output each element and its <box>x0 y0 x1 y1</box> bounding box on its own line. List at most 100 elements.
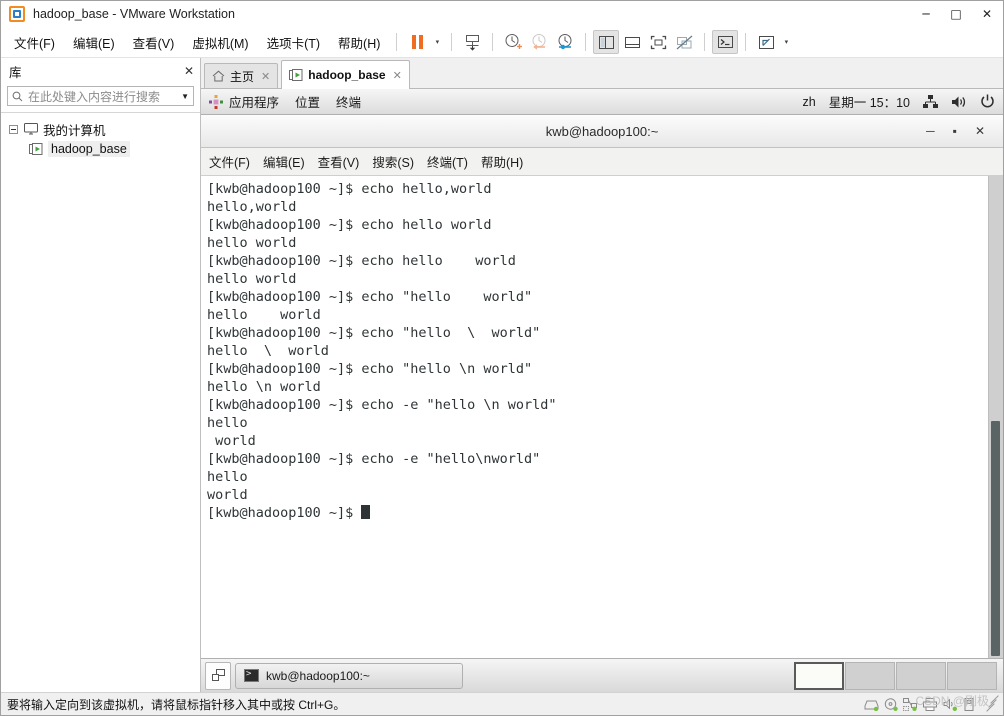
terminal-menu-view[interactable]: 查看(V) <box>318 152 360 171</box>
pause-button[interactable] <box>404 30 430 54</box>
menu-file[interactable]: 文件(F) <box>5 29 64 56</box>
take-snapshot-icon <box>505 34 523 49</box>
usb-icon[interactable] <box>963 697 976 711</box>
library-search-wrap: 在此处键入内容进行搜索 ▼ <box>1 84 200 112</box>
menu-view[interactable]: 查看(V) <box>124 29 184 56</box>
terminal-prompt-line: [kwb@hadoop100 ~]$ <box>203 504 988 522</box>
terminal-scrollbar-thumb[interactable] <box>991 421 1000 656</box>
terminal-menu-help[interactable]: 帮助(H) <box>481 152 523 171</box>
keyboard-layout-indicator[interactable]: zh <box>803 95 816 109</box>
search-icon <box>12 91 23 101</box>
workspace-switcher <box>794 661 999 690</box>
taskbar-item-label: kwb@hadoop100:~ <box>266 668 370 683</box>
terminal-screen[interactable]: [kwb@hadoop100 ~]$ echo hello,world hello… <box>201 176 988 658</box>
tab-close-icon[interactable]: ✕ <box>393 69 402 82</box>
network-adapter-icon[interactable] <box>903 697 918 711</box>
terminal-line: world <box>207 487 248 503</box>
workspace-2[interactable] <box>845 661 895 690</box>
monitor-icon <box>24 123 38 135</box>
guest-menu-applications[interactable]: 应用程序 <box>229 92 279 111</box>
guest-desktop: kwb@hadoop100:~ ─ ▪ ✕ 文件(F) 编辑(E) 查看(V) … <box>201 115 1003 692</box>
console-view-icon <box>717 36 733 48</box>
terminal-line: [kwb@hadoop100 ~]$ echo -e "hello\nworld… <box>207 451 541 467</box>
taskbar-item-terminal[interactable]: kwb@hadoop100:~ <box>235 662 463 689</box>
toolbar-separator <box>745 33 747 51</box>
terminal-minimize-button[interactable]: ─ <box>926 125 935 137</box>
terminal-menu-search[interactable]: 搜索(S) <box>372 152 414 171</box>
power-dropdown-caret[interactable]: ▾ <box>430 30 444 54</box>
tab-hadoop-base[interactable]: hadoop_base ✕ <box>281 60 410 89</box>
clock[interactable]: 星期一 15：10 <box>829 92 910 111</box>
terminal-line: hello \n world <box>207 379 321 395</box>
menu-edit[interactable]: 编辑(E) <box>64 29 124 56</box>
network-icon[interactable] <box>923 94 938 109</box>
power-icon[interactable] <box>980 94 995 109</box>
menu-vm[interactable]: 虚拟机(M) <box>183 29 257 56</box>
menu-bar: 文件(F) 编辑(E) 查看(V) 虚拟机(M) 选项卡(T) 帮助(H) ▾ <box>1 27 1003 58</box>
workspace-4[interactable] <box>947 661 997 690</box>
library-sidebar: 库 ✕ 在此处键入内容进行搜索 ▼ 我的计算机 hadoop_base <box>1 58 201 692</box>
tab-close-icon[interactable]: ✕ <box>261 70 270 83</box>
workspace-1[interactable] <box>794 661 844 690</box>
take-snapshot-button[interactable] <box>500 30 526 54</box>
terminal-close-button[interactable]: ✕ <box>975 125 985 137</box>
resize-grip[interactable] <box>985 695 999 712</box>
hard-disk-icon[interactable] <box>864 698 879 711</box>
vmware-workstation-window: hadoop_base - VMware Workstation ─ □ ✕ 文… <box>0 0 1004 716</box>
library-tree: 我的计算机 hadoop_base <box>1 112 200 692</box>
sound-card-icon[interactable] <box>943 698 958 711</box>
library-close-button[interactable]: ✕ <box>184 64 194 78</box>
workspace-3[interactable] <box>896 661 946 690</box>
unity-mode-button[interactable] <box>671 30 697 54</box>
printer-icon[interactable] <box>923 697 938 711</box>
tree-item-my-computer[interactable]: 我的计算机 <box>1 119 200 139</box>
stretch-guest-button[interactable] <box>753 30 779 54</box>
tab-home[interactable]: 主页 ✕ <box>204 63 279 88</box>
search-dropdown-icon[interactable]: ▼ <box>181 92 189 101</box>
guest-menu-places[interactable]: 位置 <box>295 92 320 111</box>
close-button[interactable]: ✕ <box>971 1 1003 27</box>
toolbar-separator <box>704 33 706 51</box>
terminal-maximize-button[interactable]: ▪ <box>953 125 957 137</box>
status-message: 要将输入定向到该虚拟机，请将鼠标指针移入其中或按 Ctrl+G。 <box>7 697 346 712</box>
expander-icon[interactable] <box>9 124 18 134</box>
volume-icon[interactable] <box>951 95 967 109</box>
minimize-button[interactable]: ─ <box>911 1 941 27</box>
maximize-button[interactable]: □ <box>941 1 971 27</box>
tab-label: 主页 <box>230 69 255 84</box>
main-body: 库 ✕ 在此处键入内容进行搜索 ▼ 我的计算机 hadoop_base 主页 ✕… <box>1 58 1003 692</box>
show-thumbnail-bar-button[interactable] <box>619 30 645 54</box>
terminal-icon <box>244 669 259 682</box>
stretch-dropdown-caret[interactable]: ▾ <box>779 30 793 54</box>
menu-tabs[interactable]: 选项卡(T) <box>258 29 329 56</box>
toolbar-separator <box>396 33 398 51</box>
terminal-line: hello world <box>207 307 321 323</box>
vm-running-icon <box>29 142 43 155</box>
full-screen-button[interactable] <box>645 30 671 54</box>
revert-snapshot-button[interactable] <box>526 30 552 54</box>
show-thumbnail-bar-icon <box>624 36 640 48</box>
snapshot-manager-button[interactable] <box>552 30 578 54</box>
terminal-line: [kwb@hadoop100 ~]$ echo -e "hello \n wor… <box>207 397 557 413</box>
status-bar: 要将输入定向到该虚拟机，请将鼠标指针移入其中或按 Ctrl+G。 CSDN @刚… <box>1 692 1003 715</box>
terminal-line: hello \ world <box>207 343 329 359</box>
toolbar-separator <box>492 33 494 51</box>
cd-drive-icon[interactable] <box>884 697 898 711</box>
guest-taskbar: kwb@hadoop100:~ <box>201 658 1003 692</box>
terminal-scrollbar[interactable] <box>988 176 1003 658</box>
show-library-button[interactable] <box>593 30 620 54</box>
terminal-body: [kwb@hadoop100 ~]$ echo hello,world hello… <box>201 176 1003 658</box>
search-input[interactable]: 在此处键入内容进行搜索 ▼ <box>7 86 194 106</box>
menu-help[interactable]: 帮助(H) <box>329 29 389 56</box>
terminal-menu-file[interactable]: 文件(F) <box>209 152 250 171</box>
tree-item-hadoop-base[interactable]: hadoop_base <box>1 139 200 159</box>
terminal-menu-edit[interactable]: 编辑(E) <box>263 152 305 171</box>
guest-menu-terminal[interactable]: 终端 <box>336 92 361 111</box>
send-ctrl-alt-del-button[interactable] <box>459 30 485 54</box>
terminal-menu-terminal[interactable]: 终端(T) <box>427 152 468 171</box>
console-view-button[interactable] <box>712 30 739 54</box>
show-desktop-button[interactable] <box>205 661 231 690</box>
terminal-line: [kwb@hadoop100 ~]$ echo "hello \ world" <box>207 325 541 341</box>
terminal-line: [kwb@hadoop100 ~]$ echo "hello \n world" <box>207 361 533 377</box>
send-ctrl-alt-del-icon <box>465 34 479 51</box>
